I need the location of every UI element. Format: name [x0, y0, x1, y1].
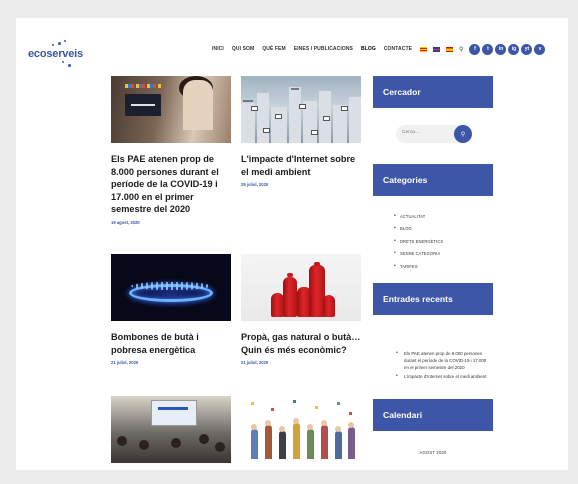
flag-english-icon[interactable] — [433, 46, 441, 52]
twitter-icon[interactable]: t — [482, 43, 494, 55]
post-card: Els PAE atenen prop de 8.000 persones du… — [111, 76, 231, 225]
post-title[interactable]: L'impacte d'Internet sobre el medi ambie… — [241, 153, 361, 178]
search-icon[interactable]: ⚲ — [459, 46, 463, 53]
widget-title-categories: Categories — [373, 164, 493, 196]
widget-title-search: Cercador — [373, 76, 493, 108]
post-thumbnail[interactable] — [111, 396, 231, 463]
category-list: ACTUALITAT BLOG DRETS ENERGÈTICS SENSE C… — [394, 213, 443, 276]
youtube-icon[interactable]: yt — [521, 43, 533, 55]
search-input[interactable] — [402, 130, 452, 135]
post-date[interactable]: 19 agost, 2020 — [111, 220, 231, 225]
post-date[interactable]: 21 juliol, 2020 — [241, 360, 361, 365]
vimeo-icon[interactable]: v — [534, 43, 546, 55]
calendar-month: AGOST 2020 — [419, 450, 447, 455]
nav-item-contacte[interactable]: CONTACTE — [384, 46, 412, 52]
recent-post-link[interactable]: L'impacte d'Internet sobre el medi ambie… — [396, 373, 488, 380]
category-item[interactable]: TARIFES — [394, 263, 443, 276]
instagram-icon[interactable]: ig — [508, 43, 520, 55]
category-item[interactable]: SENSE CATEGORIA — [394, 250, 443, 263]
post-thumbnail[interactable] — [241, 396, 361, 463]
main-nav: INICI QUI SOM QUÈ FEM EINES I PUBLICACIO… — [212, 43, 547, 55]
post-thumbnail[interactable] — [111, 76, 231, 143]
post-date[interactable]: 28 juliol, 2020 — [241, 182, 361, 187]
post-thumbnail[interactable] — [241, 254, 361, 321]
nav-item-eines[interactable]: EINES I PUBLICACIONS — [294, 46, 353, 52]
recent-post-link[interactable]: Els PAE atenen prop de 8.000 persones du… — [396, 350, 488, 372]
flag-catalan-icon[interactable] — [420, 46, 428, 52]
post-card — [241, 396, 361, 463]
linkedin-icon[interactable]: in — [495, 43, 507, 55]
post-title[interactable]: Propà, gas natural o butà… Quin és més e… — [241, 331, 361, 356]
post-title[interactable]: Bombones de butà i pobresa energètica — [111, 331, 231, 356]
post-card — [111, 396, 231, 463]
post-thumbnail[interactable] — [241, 76, 361, 143]
nav-item-que-fem[interactable]: QUÈ FEM — [262, 46, 285, 52]
category-item[interactable]: ACTUALITAT — [394, 213, 443, 226]
nav-item-qui-som[interactable]: QUI SOM — [232, 46, 254, 52]
post-card: L'impacte d'Internet sobre el medi ambie… — [241, 76, 361, 187]
post-title[interactable]: Els PAE atenen prop de 8.000 persones du… — [111, 153, 231, 216]
ecoserveis-logo[interactable]: ecoserveis — [28, 40, 90, 70]
recent-posts-list: Els PAE atenen prop de 8.000 persones du… — [396, 350, 488, 381]
post-thumbnail[interactable] — [111, 254, 231, 321]
category-item[interactable]: BLOG — [394, 225, 443, 238]
nav-item-blog[interactable]: BLOG — [361, 46, 376, 52]
flag-spanish-icon[interactable] — [446, 46, 454, 52]
nav-item-inici[interactable]: INICI — [212, 46, 224, 52]
logo-text: ecoserveis — [28, 48, 83, 60]
search-button[interactable]: ⚲ — [454, 125, 472, 143]
category-item[interactable]: DRETS ENERGÈTICS — [394, 238, 443, 251]
post-card: Propà, gas natural o butà… Quin és més e… — [241, 254, 361, 365]
widget-title-calendar: Calendari — [373, 399, 493, 431]
facebook-icon[interactable]: f — [469, 43, 481, 55]
widget-title-recent: Entrades recents — [373, 283, 493, 315]
search-field: ⚲ — [396, 125, 472, 143]
post-card: Bombones de butà i pobresa energètica 21… — [111, 254, 231, 365]
post-date[interactable]: 21 juliol, 2020 — [111, 360, 231, 365]
page: ecoserveis INICI QUI SOM QUÈ FEM EINES I… — [16, 18, 568, 470]
